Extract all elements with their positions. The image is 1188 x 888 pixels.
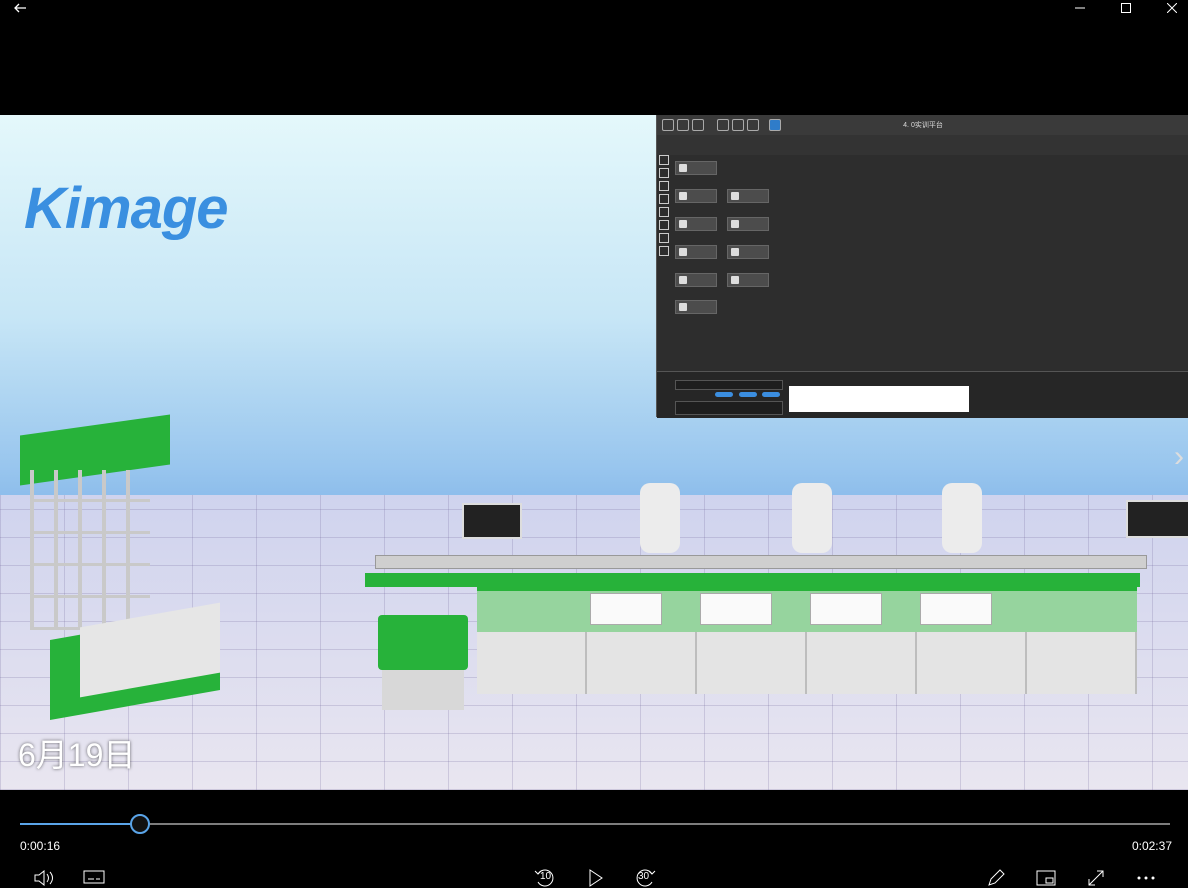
app-button [715,392,733,397]
flow-node [675,161,717,175]
flow-node [675,245,717,259]
current-time: 0:00:16 [20,839,61,853]
skip-forward-label: 30 [638,871,650,882]
skip-forward-button[interactable]: 30 [632,868,660,888]
back-button[interactable] [0,0,40,16]
play-icon [589,869,603,887]
app-subtoolbar [657,135,1188,155]
app-select [675,380,783,390]
monitor-screen [1126,500,1188,538]
next-chevron-icon[interactable]: › [1174,440,1184,474]
app-table [789,386,969,412]
minimize-icon [1075,7,1085,9]
play-button[interactable] [582,868,610,888]
maximize-button[interactable] [1106,0,1146,16]
volume-icon [34,870,53,886]
monitor-screen [462,503,522,539]
miniplayer-button[interactable] [1032,868,1060,888]
picture-in-picture-icon [1036,870,1056,886]
date-overlay: 6月19日 [18,737,136,773]
flow-node [727,245,769,259]
flow-node [727,217,769,231]
total-time: 0:02:37 [1131,839,1172,853]
production-line [365,555,1147,705]
arrow-left-icon [14,3,26,13]
minimize-button[interactable] [1060,0,1100,16]
robot-arm [942,483,982,553]
seek-thumb[interactable] [130,814,150,834]
skip-back-button[interactable]: 10 [530,868,558,888]
app-bottom-panel [657,371,1188,418]
flow-node [675,300,717,314]
embedded-app-window: 4. 0实训平台 [656,115,1188,418]
skip-back-label: 10 [540,871,552,882]
captions-icon [83,870,105,884]
robot-arm [640,483,680,553]
expand-icon [1088,870,1104,886]
app-button [762,392,780,397]
volume-button[interactable] [30,868,58,888]
storage-rack [20,414,220,720]
captions-button[interactable] [80,868,108,888]
close-button[interactable] [1152,0,1188,16]
flow-node [727,273,769,287]
pencil-icon [988,869,1005,886]
close-icon [1167,3,1177,13]
flow-node [675,217,717,231]
seek-progress [20,823,140,825]
more-options-button[interactable] [1132,868,1160,888]
seek-track[interactable] [20,823,1170,825]
flow-node [675,189,717,203]
flow-node [675,273,717,287]
fullscreen-button[interactable] [1082,868,1110,888]
app-button [739,392,757,397]
robot-arm [792,483,832,553]
app-textbox [675,401,783,415]
app-toolbar: 4. 0实训平台 [657,115,1188,135]
video-frame[interactable]: Kimage 4. 0实训平台 › 6月19日 [0,115,1188,790]
maximize-icon [1121,3,1131,13]
title-bar [0,0,1188,16]
edit-button[interactable] [982,868,1010,888]
app-title: 4. 0实训平台 [903,122,943,129]
flow-node [727,189,769,203]
more-icon [1137,876,1155,880]
logo-text: Kimage [24,176,229,241]
player-controls: 0:00:16 0:02:37 10 30 [0,790,1188,888]
app-sidebar [659,155,669,259]
